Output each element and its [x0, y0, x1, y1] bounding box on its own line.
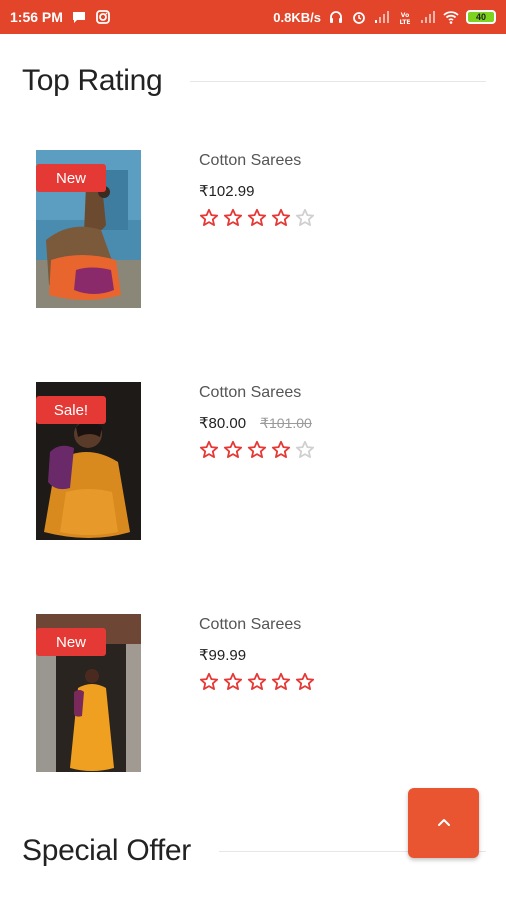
star-empty-icon: [295, 208, 315, 226]
product-badge: Sale!: [36, 396, 106, 424]
star-filled-icon: [247, 672, 267, 690]
product-card[interactable]: New Cotton Sarees ₹99.99: [36, 614, 486, 774]
product-info: Cotton Sarees ₹80.00 ₹101.00: [199, 382, 315, 460]
section-divider: [190, 80, 486, 82]
instagram-icon: [96, 10, 110, 24]
product-image[interactable]: Sale!: [36, 382, 141, 540]
product-badge: New: [36, 164, 106, 192]
status-bar: 1:56 PM 0.8KB/s Vo LTE 40: [0, 0, 506, 34]
star-empty-icon: [295, 440, 315, 458]
star-filled-icon: [247, 440, 267, 458]
star-filled-icon: [247, 208, 267, 226]
product-price: ₹99.99: [199, 647, 247, 664]
product-card[interactable]: Sale! Cotton Sarees ₹80.00 ₹101.00: [36, 382, 486, 542]
product-rating: [199, 672, 315, 692]
product-price: ₹102.99: [199, 183, 255, 200]
product-rating: [199, 440, 315, 460]
star-filled-icon: [271, 440, 291, 458]
chevron-up-icon: [437, 819, 450, 826]
top-rating-title: Top Rating: [22, 64, 163, 97]
svg-text:Vo: Vo: [401, 12, 409, 19]
star-filled-icon: [199, 672, 219, 690]
product-rating: [199, 208, 315, 228]
signal-icon: [421, 11, 435, 23]
product-info: Cotton Sarees ₹99.99: [199, 614, 315, 692]
product-info: Cotton Sarees ₹102.99: [199, 150, 315, 228]
battery-indicator: 40: [466, 10, 496, 24]
star-filled-icon: [271, 672, 291, 690]
network-speed: 0.8KB/s: [273, 9, 321, 25]
product-badge: New: [36, 628, 106, 656]
chat-icon: [72, 12, 85, 23]
product-name[interactable]: Cotton Sarees: [199, 616, 315, 634]
status-time: 1:56 PM: [10, 9, 63, 25]
product-price: ₹80.00: [199, 415, 247, 432]
product-name[interactable]: Cotton Sarees: [199, 152, 315, 170]
special-offer-title: Special Offer: [22, 834, 191, 867]
star-filled-icon: [223, 208, 243, 226]
product-old-price: ₹101.00: [260, 415, 312, 431]
product-image[interactable]: New: [36, 614, 141, 772]
alarm-icon: [353, 12, 365, 24]
volte-icon: Vo LTE: [399, 12, 410, 25]
star-filled-icon: [223, 440, 243, 458]
scroll-to-top-button[interactable]: [408, 788, 479, 858]
star-filled-icon: [199, 208, 219, 226]
wifi-icon: [443, 11, 459, 24]
star-filled-icon: [271, 208, 291, 226]
top-rating-header: Top Rating: [22, 64, 486, 98]
headset-icon: [330, 11, 342, 23]
signal-icon: [375, 11, 389, 23]
star-filled-icon: [223, 672, 243, 690]
star-filled-icon: [295, 672, 315, 690]
product-image[interactable]: New: [36, 150, 141, 308]
product-name[interactable]: Cotton Sarees: [199, 384, 315, 402]
svg-text:LTE: LTE: [399, 19, 410, 25]
star-filled-icon: [199, 440, 219, 458]
product-card[interactable]: New Cotton Sarees ₹102.99: [36, 150, 486, 310]
